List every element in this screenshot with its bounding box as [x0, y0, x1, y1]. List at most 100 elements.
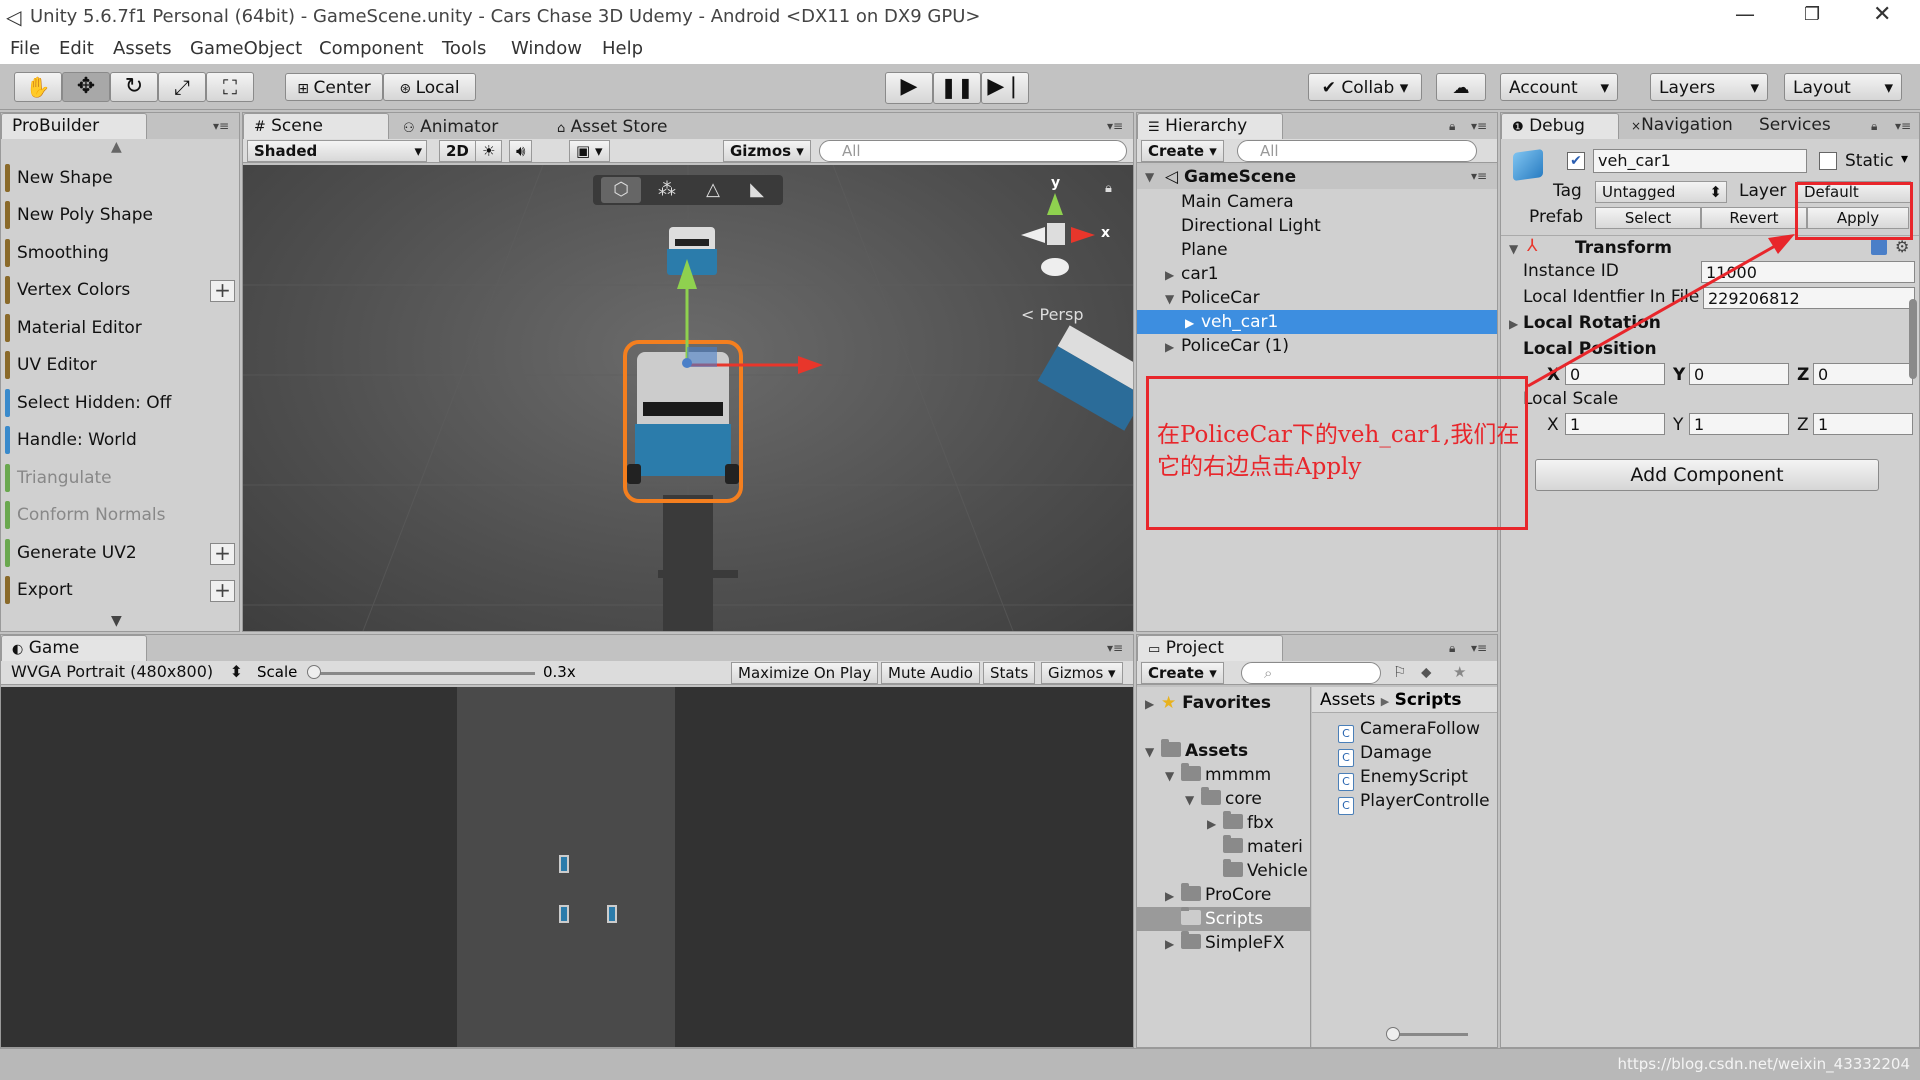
filter-type-icon[interactable]: ⚐ — [1393, 663, 1406, 681]
project-create-button[interactable]: Create ▾ — [1141, 662, 1224, 684]
local-rotation-label[interactable]: Local Rotation — [1523, 313, 1661, 333]
tab-hierarchy[interactable]: ☰ Hierarchy — [1137, 113, 1283, 140]
tree-favorites[interactable]: ★ Favorites — [1161, 691, 1271, 715]
car-model-top[interactable] — [667, 227, 717, 281]
expand-icon[interactable]: ▶ — [1165, 268, 1174, 282]
file-damage[interactable]: C Damage — [1338, 741, 1432, 767]
pivot-local-button[interactable]: ⊛ Local — [383, 73, 476, 101]
tab-services[interactable]: Services — [1759, 113, 1831, 138]
collapse-icon[interactable]: ▼ — [1185, 793, 1194, 807]
pb-new-shape[interactable]: New Shape — [5, 161, 235, 195]
panel-menu-icon[interactable]: ▾≡ — [1471, 119, 1487, 133]
restore-button[interactable]: ❐ — [1804, 4, 1820, 25]
mute-audio-toggle[interactable]: Mute Audio — [881, 662, 980, 684]
stats-toggle[interactable]: Stats — [983, 662, 1036, 684]
expand-icon[interactable]: ▶ — [1165, 937, 1174, 951]
plus-icon[interactable]: + — [210, 543, 235, 565]
filter-label-icon[interactable]: ⬥ — [1421, 663, 1432, 681]
tab-project[interactable]: ▭ Project — [1137, 635, 1283, 662]
pos-y-field[interactable]: 0 — [1689, 363, 1789, 385]
effects-dropdown[interactable]: ▣ ▾ — [569, 140, 610, 162]
collapse-icon[interactable]: ▼ — [1165, 292, 1174, 306]
tab-navigation[interactable]: ×Navigation — [1631, 113, 1733, 139]
collapse-icon[interactable]: ▼ — [1165, 769, 1174, 783]
collapse-icon[interactable]: ▼ — [1145, 745, 1154, 759]
active-checkbox[interactable]: ✔ — [1567, 152, 1585, 170]
tree-core[interactable]: core — [1201, 787, 1262, 811]
tree-mmmm[interactable]: mmmm — [1181, 763, 1271, 787]
hand-tool-button[interactable]: ✋ — [14, 72, 62, 102]
play-button[interactable]: ▶ — [885, 72, 933, 104]
expand-icon[interactable]: ▶ — [1509, 317, 1518, 331]
hierarchy-item-car1[interactable]: car1 — [1181, 262, 1219, 286]
hierarchy-item-policecar[interactable]: PoliceCar — [1181, 286, 1260, 310]
scale-tool-button[interactable]: ⤢ — [158, 72, 206, 102]
plus-icon[interactable]: + — [210, 580, 235, 602]
expand-icon[interactable]: ▶ — [1207, 817, 1216, 831]
icon-size-slider-thumb[interactable] — [1386, 1027, 1400, 1041]
minimize-button[interactable]: — — [1735, 2, 1755, 26]
game-viewport[interactable] — [1, 687, 1133, 1047]
lock-icon[interactable]: 🔒︎ — [1449, 641, 1455, 656]
rect-tool-button[interactable]: ⛶ — [206, 72, 254, 102]
scene-search-input[interactable]: All — [819, 140, 1127, 162]
object-mode-icon[interactable]: ⬡ — [601, 177, 641, 203]
pb-triangulate[interactable]: Triangulate — [5, 461, 235, 495]
scene-viewport[interactable]: ⬡ ⁂ △ ◣ y x 🔒︎ < Persp — [243, 165, 1133, 631]
prefab-revert-button[interactable]: Revert — [1701, 207, 1807, 229]
breadcrumb-scripts[interactable]: Scripts — [1395, 690, 1462, 710]
scale-slider-thumb[interactable] — [307, 665, 321, 679]
tab-animator[interactable]: ⚇ Animator — [403, 115, 498, 141]
2d-toggle[interactable]: 2D — [439, 140, 476, 162]
tab-probuilder[interactable]: ProBuilder — [1, 113, 147, 139]
menu-file[interactable]: File — [10, 38, 40, 59]
hierarchy-item-policecar-1[interactable]: PoliceCar (1) — [1181, 334, 1289, 358]
instance-id-field[interactable]: 11000 — [1701, 261, 1915, 283]
tab-game[interactable]: ◐ Game — [1, 635, 147, 662]
favorite-star-icon[interactable]: ★ — [1453, 663, 1466, 681]
tab-scene[interactable]: # Scene — [243, 113, 389, 140]
scroll-up-icon[interactable]: ▲ — [111, 139, 122, 155]
tab-debug[interactable]: ❶ Debug — [1501, 113, 1619, 140]
inspector-scrollbar[interactable] — [1909, 299, 1917, 379]
pb-new-poly-shape[interactable]: New Poly Shape — [5, 198, 235, 232]
account-dropdown[interactable]: Account ▾ — [1500, 73, 1618, 101]
tree-scripts-selected[interactable]: Scripts — [1137, 907, 1310, 931]
layout-dropdown[interactable]: Layout ▾ — [1784, 73, 1902, 101]
chevron-down-icon[interactable]: ▾ — [1901, 151, 1908, 167]
pb-export[interactable]: Export + — [5, 573, 235, 607]
hierarchy-item-directional-light[interactable]: Directional Light — [1181, 214, 1321, 238]
tree-assets[interactable]: Assets — [1161, 739, 1248, 763]
tree-fbx[interactable]: fbx — [1223, 811, 1274, 835]
pos-x-field[interactable]: 0 — [1565, 363, 1665, 385]
expand-icon[interactable]: ▼ — [1145, 170, 1154, 184]
scale-z-field[interactable]: 1 — [1813, 413, 1913, 435]
resolution-dropdown[interactable]: WVGA Portrait (480x800) ⬍ — [5, 662, 245, 682]
step-button[interactable]: ▶❘ — [981, 72, 1029, 104]
lighting-toggle[interactable]: ☀ — [475, 140, 503, 162]
tree-vehicle[interactable]: Vehicle — [1223, 859, 1308, 883]
file-enemyscript[interactable]: C EnemyScript — [1338, 765, 1468, 791]
cloud-button[interactable]: ☁ — [1436, 73, 1486, 101]
add-component-button[interactable]: Add Component — [1535, 459, 1879, 491]
tree-materi[interactable]: materi — [1223, 835, 1303, 859]
static-checkbox[interactable] — [1819, 152, 1837, 170]
maximize-on-play-toggle[interactable]: Maximize On Play — [731, 662, 879, 684]
audio-toggle[interactable]: 🔊︎ — [509, 140, 533, 162]
expand-icon[interactable]: ▶ — [1165, 889, 1174, 903]
pb-uv-editor[interactable]: UV Editor — [5, 348, 235, 382]
pb-vertex-colors[interactable]: Vertex Colors + — [5, 273, 235, 307]
panel-menu-icon[interactable]: ▾≡ — [1107, 119, 1123, 133]
pb-smoothing[interactable]: Smoothing — [5, 236, 235, 270]
panel-menu-icon[interactable]: ▾≡ — [1471, 641, 1487, 655]
edge-mode-icon[interactable]: △ — [693, 177, 733, 203]
pb-conform-normals[interactable]: Conform Normals — [5, 498, 235, 532]
file-playercontroller[interactable]: C PlayerControlle — [1338, 789, 1490, 815]
persp-label[interactable]: < Persp — [1021, 305, 1084, 324]
object-name-field[interactable]: veh_car1 — [1593, 149, 1807, 173]
menu-gameobject[interactable]: GameObject — [190, 38, 302, 59]
scroll-down-icon[interactable]: ▼ — [111, 613, 122, 629]
pb-material-editor[interactable]: Material Editor — [5, 311, 235, 345]
scene-menu-icon[interactable]: ▾≡ — [1471, 169, 1487, 183]
panel-menu-icon[interactable]: ▾≡ — [213, 119, 229, 133]
